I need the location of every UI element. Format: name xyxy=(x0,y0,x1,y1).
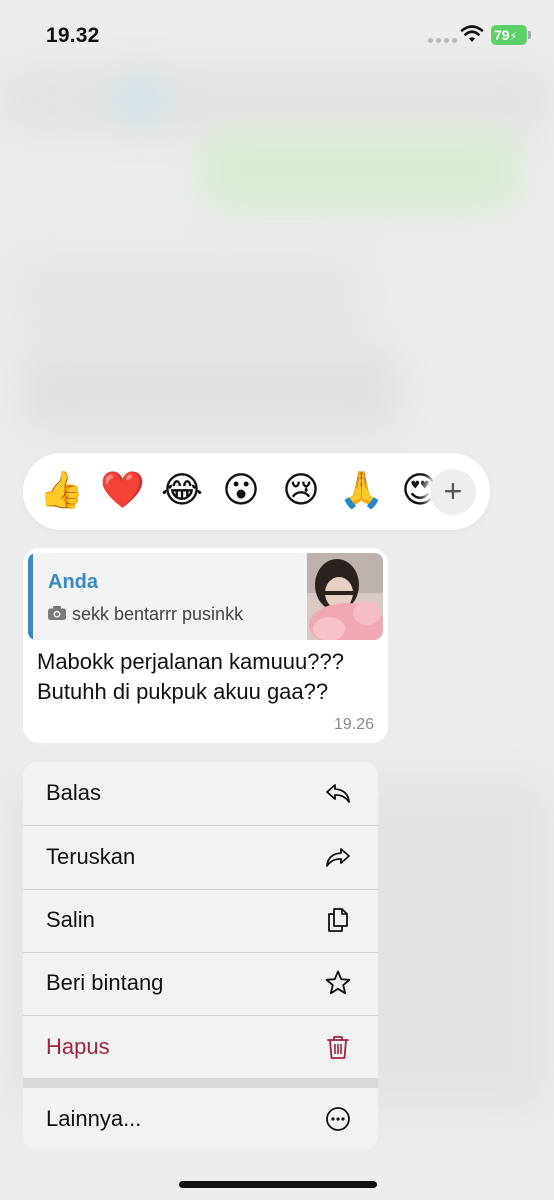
menu-item-label: Teruskan xyxy=(46,844,136,869)
menu-item-label: Balas xyxy=(46,780,102,805)
message-bubble: Anda sekk bentarrr pusinkk Mabokk perjal… xyxy=(23,548,388,743)
battery-icon: 79⚡ xyxy=(491,25,527,45)
status-time: 19.32 xyxy=(46,24,100,47)
reaction-sad[interactable]: 😢 xyxy=(279,470,323,512)
reaction-heart[interactable]: ❤️ xyxy=(100,470,145,512)
trash-icon xyxy=(327,1036,349,1059)
quote-text: sekk bentarrr pusinkk xyxy=(72,604,244,624)
wifi-icon xyxy=(460,25,484,42)
reaction-thumbs-up[interactable]: 👍 xyxy=(39,470,84,512)
reaction-pray[interactable]: 🙏 xyxy=(339,470,384,512)
menu-item-copy[interactable]: Salin xyxy=(23,889,378,952)
menu-item-forward[interactable]: Teruskan xyxy=(23,826,378,889)
message-text: Mabokk perjalanan kamuuu??? Butuhh di pu… xyxy=(37,647,377,707)
message-line-1: Mabokk perjalanan kamuuu??? xyxy=(37,649,344,674)
menu-item-reply[interactable]: Balas xyxy=(23,762,378,825)
quote-author: Anda xyxy=(48,571,98,593)
camera-icon xyxy=(48,606,66,620)
menu-item-star[interactable]: Beri bintang xyxy=(23,952,378,1015)
message-line-2: Butuhh di pukpuk akuu gaa?? xyxy=(37,679,329,704)
menu-item-label: Hapus xyxy=(46,1034,110,1059)
forward-icon xyxy=(326,848,350,867)
home-indicator[interactable] xyxy=(179,1181,377,1188)
menu-item-more[interactable]: Lainnya... xyxy=(23,1088,378,1150)
message-timestamp: 19.26 xyxy=(333,716,374,733)
menu-item-label: Lainnya... xyxy=(46,1106,142,1131)
copy-icon xyxy=(328,908,348,932)
signal-icon xyxy=(428,38,457,43)
quote-accent-bar xyxy=(28,553,33,640)
menu-item-label: Salin xyxy=(46,907,95,932)
star-icon xyxy=(325,970,351,995)
quoted-reply[interactable]: Anda sekk bentarrr pusinkk xyxy=(28,553,383,640)
menu-item-delete[interactable]: Hapus xyxy=(23,1016,378,1079)
quoted-photo-thumbnail xyxy=(307,553,383,640)
status-bar: 19.32 79⚡ xyxy=(0,0,554,70)
more-reactions-button[interactable]: + xyxy=(430,469,476,515)
reaction-laugh[interactable]: 😂 xyxy=(160,470,204,512)
battery-level: 79 xyxy=(494,27,510,43)
reaction-surprised[interactable]: 😮 xyxy=(219,470,263,512)
menu-section-separator xyxy=(23,1078,378,1088)
more-icon xyxy=(326,1107,350,1131)
reaction-bar: 👍 ❤️ 😂 😮 😢 🙏 😍 + xyxy=(23,453,490,530)
context-menu: Balas Teruskan Salin Beri bintang Hapus xyxy=(23,762,378,1150)
menu-item-label: Beri bintang xyxy=(46,970,164,995)
reply-icon xyxy=(326,784,350,803)
